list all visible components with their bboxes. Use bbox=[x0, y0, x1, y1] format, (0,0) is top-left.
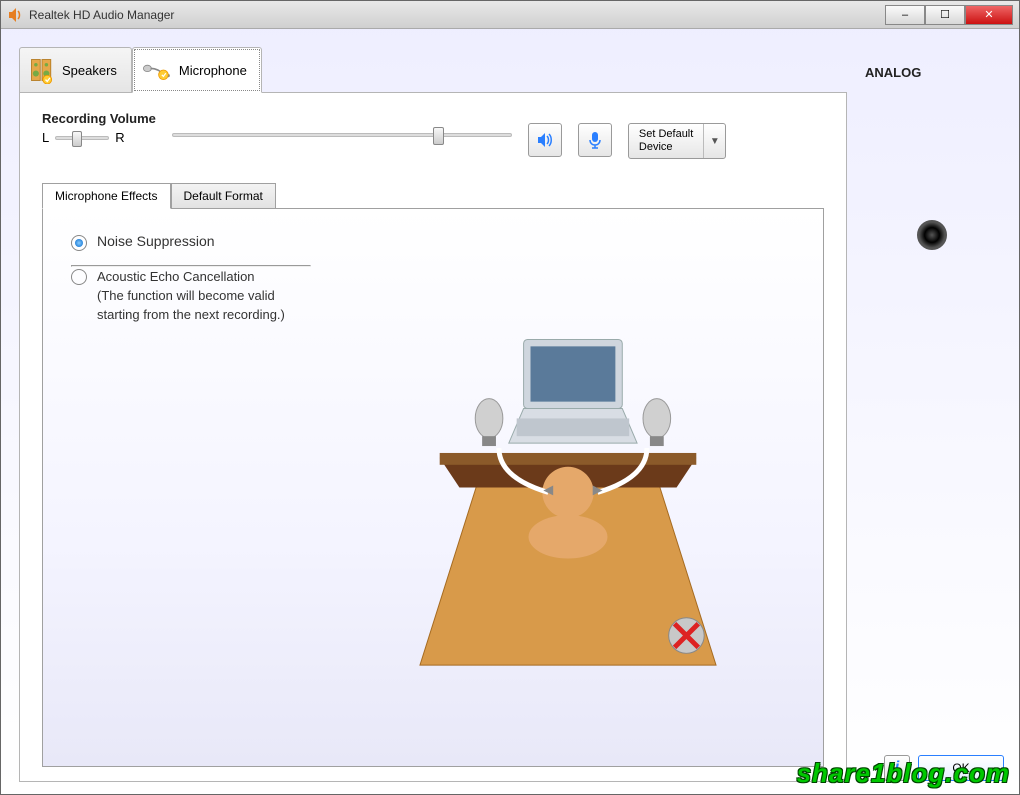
analog-jack[interactable] bbox=[917, 220, 947, 250]
tab-default-format[interactable]: Default Format bbox=[171, 183, 276, 209]
balance-track[interactable] bbox=[55, 136, 109, 140]
sub-tabs: Microphone Effects Default Format bbox=[42, 183, 824, 209]
set-default-label: Set Default Device bbox=[629, 128, 703, 154]
tab-speakers[interactable]: Speakers bbox=[19, 47, 132, 93]
effects-panel: Noise Suppression Acoustic Echo Cancella… bbox=[42, 208, 824, 767]
tab-speakers-label: Speakers bbox=[62, 63, 117, 78]
illustration bbox=[341, 233, 795, 742]
radio-echo-cancellation[interactable] bbox=[71, 269, 87, 285]
recording-volume-row: Recording Volume L R bbox=[42, 111, 824, 159]
content-area: Speakers Microphone Recording Volume L R bbox=[1, 29, 1019, 794]
echo-desc: (The function will become valid starting… bbox=[97, 288, 285, 322]
device-body: Recording Volume L R bbox=[19, 92, 847, 782]
radio-noise-suppression[interactable] bbox=[71, 235, 87, 251]
chevron-down-icon[interactable]: ▼ bbox=[703, 124, 725, 158]
window-buttons: – ☐ ✕ bbox=[885, 5, 1013, 25]
tab-effects-label: Microphone Effects bbox=[55, 189, 158, 203]
sound-icon bbox=[535, 130, 555, 150]
desk-illustration-icon bbox=[341, 233, 795, 742]
tab-microphone-label: Microphone bbox=[179, 63, 247, 78]
mic-mute-button[interactable] bbox=[578, 123, 612, 157]
titlebar: Realtek HD Audio Manager – ☐ ✕ bbox=[1, 1, 1019, 29]
microphone-icon bbox=[141, 58, 173, 82]
mic-badge-icon bbox=[585, 130, 605, 150]
app-window: Realtek HD Audio Manager – ☐ ✕ Speakers … bbox=[0, 0, 1020, 795]
speaker-app-icon bbox=[7, 7, 23, 23]
tab-format-label: Default Format bbox=[184, 189, 263, 203]
effects-options: Noise Suppression Acoustic Echo Cancella… bbox=[71, 233, 311, 742]
ok-button[interactable]: OK bbox=[918, 755, 1004, 781]
balance-left-label: L bbox=[42, 130, 49, 145]
side-panel: ANALOG bbox=[857, 47, 1007, 782]
maximize-button[interactable]: ☐ bbox=[925, 5, 965, 25]
info-button[interactable]: i bbox=[884, 755, 910, 781]
recording-volume-title: Recording Volume bbox=[42, 111, 156, 126]
volume-thumb[interactable] bbox=[433, 127, 444, 145]
balance-thumb[interactable] bbox=[72, 131, 82, 147]
volume-slider[interactable] bbox=[172, 133, 512, 137]
device-tabs: Speakers Microphone bbox=[19, 47, 847, 93]
noise-suppression-label: Noise Suppression bbox=[97, 233, 215, 249]
tab-microphone[interactable]: Microphone bbox=[132, 47, 262, 93]
echo-cancellation-label: Acoustic Echo Cancellation (The function… bbox=[97, 267, 311, 324]
ok-label: OK bbox=[952, 761, 969, 775]
echo-title: Acoustic Echo Cancellation bbox=[97, 269, 255, 284]
recording-volume-block: Recording Volume L R bbox=[42, 111, 156, 145]
main-panel: Speakers Microphone Recording Volume L R bbox=[19, 47, 847, 782]
playback-mute-button[interactable] bbox=[528, 123, 562, 157]
close-button[interactable]: ✕ bbox=[965, 5, 1013, 25]
option-echo-cancellation[interactable]: Acoustic Echo Cancellation (The function… bbox=[71, 267, 311, 324]
analog-title: ANALOG bbox=[865, 65, 999, 80]
balance-right-label: R bbox=[115, 130, 124, 145]
footer: i OK bbox=[884, 755, 1004, 781]
set-default-device-button[interactable]: Set Default Device ▼ bbox=[628, 123, 726, 159]
info-icon: i bbox=[895, 759, 899, 777]
option-noise-suppression[interactable]: Noise Suppression bbox=[71, 233, 311, 251]
tab-microphone-effects[interactable]: Microphone Effects bbox=[42, 183, 171, 209]
speakers-icon bbox=[28, 56, 56, 84]
window-title: Realtek HD Audio Manager bbox=[29, 8, 885, 22]
minimize-button[interactable]: – bbox=[885, 5, 925, 25]
balance-slider[interactable]: L R bbox=[42, 130, 156, 145]
